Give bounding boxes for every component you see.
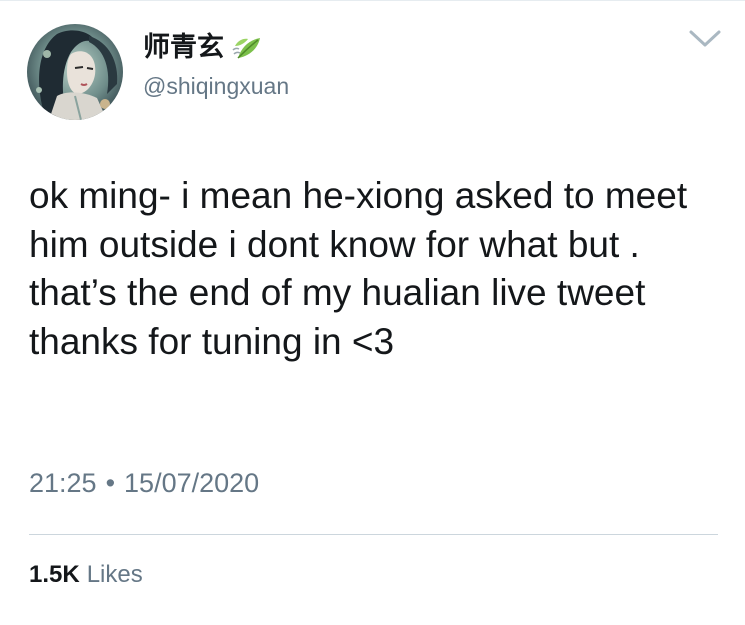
- leaf-emoji-icon: [232, 32, 264, 62]
- tweet-timestamp[interactable]: 21:25 • 15/07/2020: [29, 466, 259, 500]
- likes-count: 1.5K: [29, 561, 80, 588]
- display-name-row[interactable]: 师青玄: [143, 30, 264, 64]
- user-handle[interactable]: @shiqingxuan: [143, 72, 289, 100]
- top-border: [0, 0, 745, 1]
- likes-label: Likes: [86, 561, 143, 588]
- tweet-time: 21:25: [29, 468, 97, 498]
- display-name[interactable]: 师青玄: [143, 30, 224, 64]
- tweet-text: ok ming- i mean he-xiong asked to meet h…: [29, 175, 688, 362]
- likes-stat[interactable]: 1.5K Likes: [29, 560, 143, 590]
- separator-dot: •: [105, 468, 116, 498]
- tweet-date: 15/07/2020: [124, 468, 260, 498]
- avatar[interactable]: [27, 24, 123, 120]
- chevron-down-icon[interactable]: [688, 28, 722, 50]
- divider: [29, 534, 718, 535]
